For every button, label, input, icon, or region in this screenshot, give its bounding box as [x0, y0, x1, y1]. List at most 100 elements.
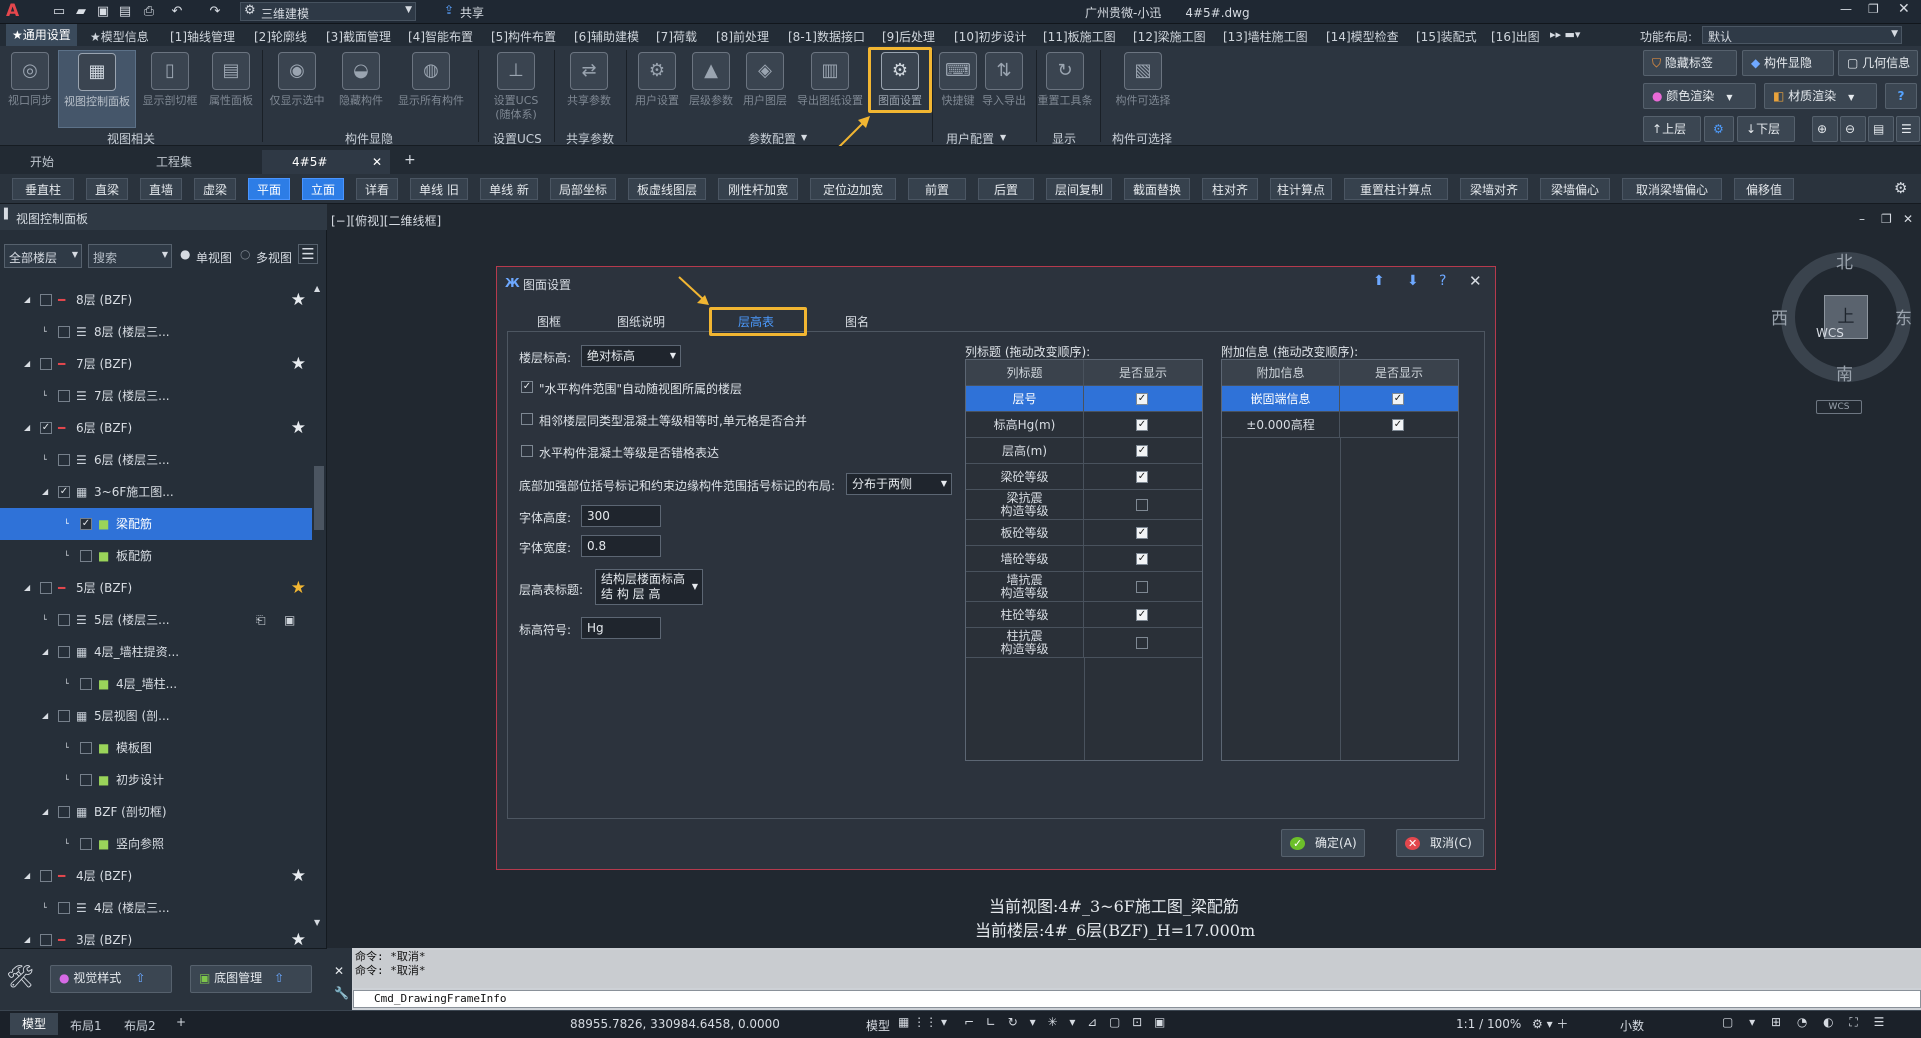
expand-icon[interactable]: ◢ [42, 796, 48, 828]
tree-checkbox[interactable]: ✓ [58, 486, 70, 498]
cmd-button[interactable]: 详看 [356, 178, 398, 200]
tree-checkbox[interactable] [80, 742, 92, 754]
table-row-name[interactable]: 柱砼等级 [966, 602, 1084, 628]
cmd-button[interactable]: 柱计算点 [1270, 178, 1332, 200]
menu-postprocess[interactable]: [9]后处理 [882, 28, 935, 45]
compass-west[interactable]: 西 [1771, 304, 1788, 329]
expand-icon[interactable]: └ [64, 764, 69, 796]
snap-icons[interactable]: ⌐ ∟ ↻ ▾ ✳ ▾ ⊿ ▢ ⊡ ▣ [964, 1015, 1169, 1029]
show-checkbox[interactable]: ✓ [1136, 419, 1148, 431]
multi-view-radio[interactable]: ○ [240, 247, 250, 261]
tools-icon[interactable]: 🛠 [6, 965, 34, 990]
close-icon[interactable]: ✕ [1898, 1, 1910, 17]
tree-item[interactable]: ◢ ▦ 4层_墙柱提资... [0, 636, 312, 668]
viewport-restore-icon[interactable]: ❐ [1881, 212, 1892, 226]
component-visibility-button[interactable]: ◆ 构件显隐 [1742, 50, 1834, 76]
menu-data-interface[interactable]: [8-1]数据接口 [788, 28, 865, 45]
add-layout-icon[interactable]: + [176, 1015, 186, 1029]
cmd-button[interactable]: 截面替换 [1124, 178, 1190, 200]
table-title-select[interactable]: 结构层楼面标高 结 构 层 高 ▼ [595, 569, 703, 605]
tree-scrollbar[interactable]: ▲ ▼ [312, 284, 326, 944]
tab-model[interactable]: 模型 [10, 1013, 59, 1035]
cmd-button[interactable]: 取消梁墙偏心 [1622, 178, 1722, 200]
menu-prelim-design[interactable]: [10]初步设计 [954, 28, 1027, 45]
table-row-name[interactable]: 柱抗震 构造等级 [966, 628, 1084, 658]
menu-load[interactable]: [7]荷载 [656, 28, 697, 45]
viewport-label[interactable]: [−][俯视][二维线框] [331, 212, 441, 229]
show-checkbox[interactable] [1136, 637, 1148, 649]
cmd-button[interactable]: 单线 新 [480, 178, 538, 200]
floor-settings-button[interactable]: ⚙ [1704, 116, 1734, 142]
tab-start[interactable]: 开始 [0, 150, 136, 174]
tree-item[interactable]: └ ■ 模板图 [0, 732, 312, 764]
cmd-button[interactable]: 重置柱计算点 [1344, 178, 1448, 200]
viewport-sync-button[interactable]: ◎ 视口同步 [3, 50, 57, 128]
table-row-name[interactable]: 层号 [966, 386, 1084, 412]
tree-checkbox[interactable]: ✓ [80, 518, 92, 530]
redo-icon[interactable]: ↷ [206, 3, 224, 20]
tree-checkbox[interactable] [40, 582, 52, 594]
menu-slab-drawing[interactable]: [11]板施工图 [1043, 28, 1116, 45]
share-icon[interactable]: ⇪ [444, 3, 454, 17]
show-checkbox[interactable] [1136, 499, 1148, 511]
tree-item[interactable]: └ ■ 板配筋 [0, 540, 312, 572]
tree-item[interactable]: └ ☰ 8层 (楼层三... [0, 316, 312, 348]
menu-beam-drawing[interactable]: [12]梁施工图 [1133, 28, 1206, 45]
toolbar-settings-icon[interactable]: ⚙ [1894, 179, 1907, 197]
tree-checkbox[interactable] [58, 646, 70, 658]
cmd-button[interactable]: 刚性杆加宽 [718, 178, 798, 200]
favorite-star-icon[interactable]: ★ [291, 572, 306, 604]
cmd-input[interactable]: Cmd_DrawingFrameInfo [353, 990, 1921, 1008]
show-checkbox[interactable] [1136, 581, 1148, 593]
menu-preprocess[interactable]: [8]前处理 [716, 28, 769, 45]
table-row-name[interactable]: ±0.000高程 [1222, 412, 1340, 438]
floor-elev-select[interactable]: 绝对标高 ▼ [581, 345, 681, 367]
user-settings-button[interactable]: ⚙ 用户设置 [630, 50, 684, 128]
dialog-close-icon[interactable]: ✕ [1469, 272, 1482, 290]
tab-drawing[interactable]: 4#5# ✕ [262, 150, 390, 174]
tree-checkbox[interactable] [58, 710, 70, 722]
level-params-button[interactable]: ▲ 层级参数 [684, 50, 738, 128]
tree-item[interactable]: ◢ ━ 4层 (BZF) ★ [0, 860, 312, 892]
tree-item[interactable]: └ ☰ 5层 (楼层三... ⎗ ▣ [0, 604, 312, 636]
edit-icon[interactable]: ⎗ [256, 604, 266, 636]
show-checkbox[interactable]: ✓ [1392, 393, 1404, 405]
minimize-icon[interactable]: — [1840, 2, 1852, 16]
menu-smart-layout[interactable]: [4]智能布置 [408, 28, 473, 45]
tree-item[interactable]: ◢ ✓ ━ 6层 (BZF) ★ [0, 412, 312, 444]
open-file-icon[interactable]: ▰ [72, 3, 90, 20]
elev-symbol-input[interactable]: Hg [581, 617, 661, 639]
compass-south[interactable]: 南 [1836, 360, 1853, 385]
favorite-star-icon[interactable]: ★ [291, 348, 306, 380]
expand-icon[interactable]: ◢ [24, 412, 30, 444]
tree-item[interactable]: └ ☰ 7层 (楼层三... [0, 380, 312, 412]
tree-item[interactable]: └ ■ 竖向参照 [0, 828, 312, 860]
show-checkbox[interactable]: ✓ [1392, 419, 1404, 431]
cmd-button[interactable]: 立面 [302, 178, 344, 200]
new-file-icon[interactable]: ▭ [50, 3, 68, 20]
show-selected-only-button[interactable]: ◉ 仅显示选中 [266, 50, 328, 128]
favorite-star-icon[interactable]: ★ [291, 284, 306, 316]
tab-frame[interactable]: 图框 [529, 311, 569, 333]
expand-icon[interactable]: ◢ [24, 348, 30, 380]
opt3-checkbox[interactable] [521, 445, 533, 457]
expand-icon[interactable]: ◢ [42, 636, 48, 668]
expand-icon[interactable]: └ [42, 444, 47, 476]
print-icon[interactable]: ⎙ [140, 3, 158, 20]
wcs-badge[interactable]: WCS [1816, 400, 1862, 414]
floor-filter-select[interactable]: 全部楼层 ▼ [4, 244, 82, 268]
cmd-button[interactable]: 平面 [248, 178, 290, 200]
more-menu-icon[interactable]: ▸▸ ▬▾ [1550, 28, 1580, 41]
expand-icon[interactable]: └ [64, 508, 69, 540]
grid-icon[interactable]: ▦ ⋮⋮ ▾ [898, 1015, 947, 1029]
compass-north[interactable]: 北 [1836, 248, 1853, 273]
table-row-name[interactable]: 梁抗震 构造等级 [966, 490, 1084, 520]
geometry-info-button[interactable]: ▢ 几何信息 [1838, 50, 1918, 76]
tree-item[interactable]: ◢ ━ 8层 (BZF) ★ [0, 284, 312, 316]
compass-east[interactable]: 东 [1895, 304, 1912, 329]
menu-aux-modeling[interactable]: [6]辅助建模 [574, 28, 639, 45]
show-all-components-button[interactable]: ◍ 显示所有构件 [394, 50, 468, 128]
table-row-name[interactable]: 墙砼等级 [966, 546, 1084, 572]
zoom-out-button[interactable]: ⊖ [1840, 116, 1866, 142]
cmd-button[interactable]: 虚梁 [194, 178, 236, 200]
